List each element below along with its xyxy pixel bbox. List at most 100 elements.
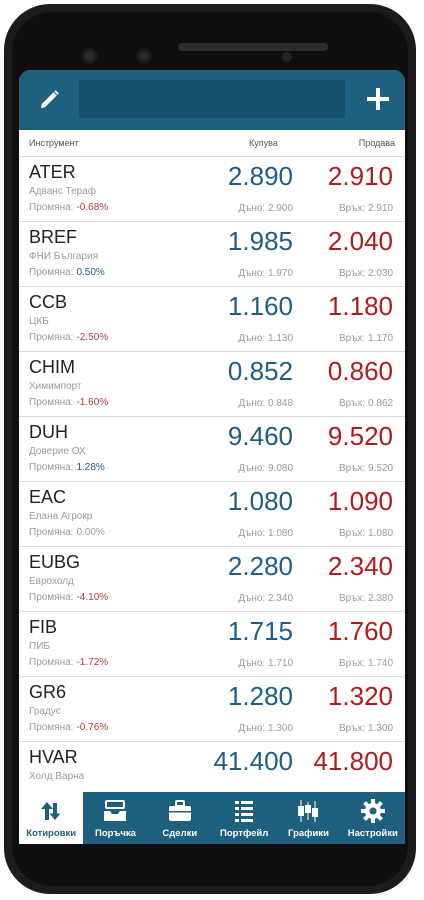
change-info: Промяна: 1.28% bbox=[29, 462, 105, 473]
nav-tab-6[interactable]: Настройки bbox=[341, 792, 405, 844]
pencil-icon bbox=[41, 90, 59, 108]
instrument-name: Доверие ОХ bbox=[29, 446, 86, 457]
instrument-name: ЦКБ bbox=[29, 316, 49, 327]
quote-row[interactable]: GR6 Градус Промяна: -0.76% 1.280 1.320 Дъно: 1… bbox=[19, 677, 405, 742]
change-label: Промяна: bbox=[29, 722, 74, 733]
sell-price[interactable]: 9.520 bbox=[328, 421, 393, 452]
sell-price[interactable]: 41.800 bbox=[313, 746, 393, 777]
day-low: Дъно: 1.080 bbox=[238, 528, 293, 539]
change-info: Промяна: -1.60% bbox=[29, 397, 108, 408]
instrument-symbol: GR6 bbox=[29, 682, 67, 702]
nav-tab-label: Котировки bbox=[26, 828, 77, 839]
day-low: Дъно: 0.848 bbox=[238, 398, 293, 409]
instrument-name: Холд Варна bbox=[29, 771, 85, 782]
quote-row[interactable]: BREF ФНИ България Промяна: 0.50% 1.985 2.040 Д… bbox=[19, 222, 405, 287]
buy-price[interactable]: 2.280 bbox=[228, 551, 293, 582]
change-value: 0.00% bbox=[76, 527, 105, 538]
quote-row[interactable]: CCB ЦКБ Промяна: -2.50% 1.160 1.180 Дъно: 1.13… bbox=[19, 287, 405, 352]
nav-tab-4[interactable]: Портфейл bbox=[212, 792, 276, 844]
change-label: Промяна: bbox=[29, 202, 74, 213]
instrument-symbol: EUBG bbox=[29, 552, 81, 572]
change-label: Промяна: bbox=[29, 332, 74, 343]
change-value: 1.28% bbox=[76, 462, 105, 473]
quote-row[interactable]: EUBG Еврохолд Промяна: -4.10% 2.280 2.340 Дъно… bbox=[19, 547, 405, 612]
change-label: Промяна: bbox=[29, 527, 74, 538]
quote-row[interactable]: EAC Елана Агрокр Промяна: 0.00% 1.080 1.090 Дъ… bbox=[19, 482, 405, 547]
buy-price[interactable]: 1.160 bbox=[228, 291, 293, 322]
quote-row[interactable]: DUH Доверие ОХ Промяна: 1.28% 9.460 9.520 Дъно… bbox=[19, 417, 405, 482]
buy-price[interactable]: 1.280 bbox=[228, 681, 293, 712]
change-info: Промяна: -0.76% bbox=[29, 722, 108, 733]
nav-tab-label: Поръчка bbox=[95, 828, 136, 839]
quote-row[interactable]: HVAR Холд Варна 41.400 41.800 bbox=[19, 742, 405, 792]
change-info: Промяна: -0.68% bbox=[29, 202, 108, 213]
add-instrument-button[interactable] bbox=[359, 80, 397, 118]
sell-price[interactable]: 1.760 bbox=[328, 616, 393, 647]
change-info: Промяна: -4.10% bbox=[29, 592, 108, 603]
day-high: Връх: 9.520 bbox=[338, 463, 393, 474]
day-high: Връх: 1.170 bbox=[338, 333, 393, 344]
change-label: Промяна: bbox=[29, 657, 74, 668]
buy-price[interactable]: 41.400 bbox=[213, 746, 293, 777]
sell-price[interactable]: 0.860 bbox=[328, 356, 393, 387]
nav-tab-5[interactable]: Графики bbox=[276, 792, 340, 844]
instrument-name: Химимпорт bbox=[29, 381, 82, 392]
earpiece-speaker bbox=[178, 43, 328, 51]
change-label: Промяна: bbox=[29, 462, 74, 473]
column-instrument: Инструмент bbox=[29, 138, 79, 148]
change-info: Промяна: 0.00% bbox=[29, 527, 105, 538]
quotes-list[interactable]: ATER Адванс Тераф Промяна: -0.68% 2.890 2.910… bbox=[19, 157, 405, 792]
nav-tab-label: Сделки bbox=[162, 828, 198, 839]
quote-row[interactable]: FIB ПИБ Промяна: -1.72% 1.715 1.760 Дъно: 1.71… bbox=[19, 612, 405, 677]
buy-price[interactable]: 0.852 bbox=[228, 356, 293, 387]
instrument-symbol: DUH bbox=[29, 422, 68, 442]
change-value: -4.10% bbox=[76, 592, 109, 603]
buy-price[interactable]: 9.460 bbox=[228, 421, 293, 452]
instrument-symbol: CCB bbox=[29, 292, 68, 312]
instrument-symbol: BREF bbox=[29, 227, 78, 247]
quote-row[interactable]: CHIM Химимпорт Промяна: -1.60% 0.852 0.860 Дън… bbox=[19, 352, 405, 417]
top-app-bar bbox=[19, 70, 405, 130]
day-low: Дъно: 2.900 bbox=[238, 203, 293, 214]
day-high: Връх: 2.380 bbox=[338, 593, 393, 604]
app-screen: Инструмент Купува Продава ATER Адванс Тер… bbox=[19, 70, 405, 844]
day-high: Връх: 0.862 bbox=[338, 398, 393, 409]
day-low: Дъно: 2.340 bbox=[238, 593, 293, 604]
bottom-navigation: Котировки Поръчка Сделки Портфейл Графики Нас… bbox=[19, 792, 405, 844]
nav-tab-3[interactable]: Сделки bbox=[148, 792, 212, 844]
nav-tab-label: Портфейл bbox=[219, 828, 269, 839]
day-low: Дъно: 1.130 bbox=[238, 333, 293, 344]
sell-price[interactable]: 2.040 bbox=[328, 226, 393, 257]
nav-tab-2[interactable]: Поръчка bbox=[83, 792, 147, 844]
day-high: Връх: 1.080 bbox=[338, 528, 393, 539]
buy-price[interactable]: 1.080 bbox=[228, 486, 293, 517]
day-low: Дъно: 1.300 bbox=[238, 723, 293, 734]
instrument-symbol: CHIM bbox=[29, 357, 75, 377]
sell-price[interactable]: 1.320 bbox=[328, 681, 393, 712]
change-value: -0.76% bbox=[76, 722, 109, 733]
change-value: -1.60% bbox=[76, 397, 109, 408]
search-input[interactable] bbox=[79, 80, 345, 118]
instrument-symbol: EAC bbox=[29, 487, 67, 507]
power-button bbox=[410, 200, 416, 260]
buy-price[interactable]: 1.985 bbox=[228, 226, 293, 257]
front-camera bbox=[82, 48, 98, 64]
sell-price[interactable]: 1.180 bbox=[328, 291, 393, 322]
sell-price[interactable]: 2.340 bbox=[328, 551, 393, 582]
buy-price[interactable]: 1.715 bbox=[228, 616, 293, 647]
day-high: Връх: 2.910 bbox=[338, 203, 393, 214]
instrument-name: Адванс Тераф bbox=[29, 186, 97, 197]
day-high: Връх: 1.300 bbox=[338, 723, 393, 734]
sell-price[interactable]: 2.910 bbox=[328, 161, 393, 192]
day-low: Дъно: 1.970 bbox=[238, 268, 293, 279]
instrument-name: ПИБ bbox=[29, 641, 50, 652]
edit-button[interactable] bbox=[33, 84, 65, 116]
nav-tab-1[interactable]: Котировки bbox=[19, 792, 84, 844]
buy-price[interactable]: 2.890 bbox=[228, 161, 293, 192]
change-info: Промяна: 0.50% bbox=[29, 267, 105, 278]
change-label: Промяна: bbox=[29, 267, 74, 278]
sell-price[interactable]: 1.090 bbox=[328, 486, 393, 517]
quote-row[interactable]: ATER Адванс Тераф Промяна: -0.68% 2.890 2.910… bbox=[19, 157, 405, 222]
nav-tab-label: Настройки bbox=[347, 828, 398, 839]
column-sell: Продава bbox=[358, 138, 395, 148]
